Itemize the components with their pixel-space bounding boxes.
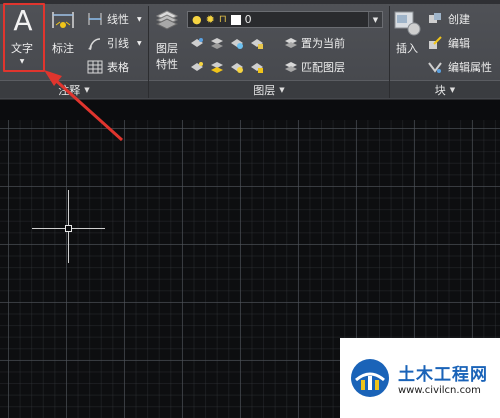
leader-button[interactable]: 引线 ▼ <box>87 35 142 51</box>
watermark-url: www.civilcn.com <box>398 385 481 396</box>
layer-properties-button[interactable]: 图层 特性 <box>155 8 179 72</box>
unlock-icon: ⊓ <box>218 14 227 25</box>
current-layer-name: 0 <box>244 13 252 26</box>
layer-properties-label-2: 特性 <box>156 58 178 71</box>
chevron-down-icon: ▼ <box>137 39 142 47</box>
edit-block-icon <box>429 36 442 49</box>
watermark: 土木工程网 www.civilcn.com <box>340 338 500 418</box>
chevron-down-icon: ▼ <box>137 15 142 23</box>
lightbulb-icon: ● <box>192 13 202 26</box>
make-current-button[interactable]: 置为当前 <box>284 35 345 51</box>
linear-button[interactable]: 线性 ▼ <box>87 11 142 27</box>
layer-tools-row-2 <box>190 59 264 73</box>
leader-button-label: 引线 <box>107 37 129 50</box>
layer-on-icon[interactable] <box>190 59 204 73</box>
layer-thaw-icon[interactable] <box>230 59 244 73</box>
layer-isolate-icon[interactable] <box>210 35 224 49</box>
ribbon: A 文字 ▼ 标注 线性 ▼ 引线 ▼ 表格 注释 ▼ 图层 特性 ● ✹ ⊓ … <box>0 0 500 100</box>
viewport-top-strip <box>0 100 500 120</box>
layer-dropdown[interactable]: ● ✹ ⊓ 0 ▼ <box>187 11 383 28</box>
match-layer-label: 匹配图层 <box>301 61 345 74</box>
layer-stack-icon <box>155 10 179 30</box>
insert-button-label: 插入 <box>396 42 418 55</box>
table-icon <box>87 60 103 74</box>
chevron-down-icon: ▼ <box>449 85 456 94</box>
match-layer-button[interactable]: 匹配图层 <box>284 59 345 75</box>
layer-freeze-icon[interactable] <box>230 35 244 49</box>
watermark-text: 土木工程网 www.civilcn.com <box>398 360 488 396</box>
chevron-down-icon: ▼ <box>279 85 285 94</box>
watermark-logo <box>351 359 389 397</box>
annotation-panel-label: 注释 <box>58 83 81 97</box>
text-button-highlight <box>3 3 45 72</box>
create-block-button[interactable]: 创建 <box>428 11 470 27</box>
chevron-down-icon: ▼ <box>84 85 90 94</box>
dimension-button[interactable]: 标注 <box>50 8 76 56</box>
layer-off-icon[interactable] <box>190 35 204 49</box>
title-strip <box>0 0 500 4</box>
create-block-icon <box>429 13 441 23</box>
edit-block-button[interactable]: 编辑 <box>428 35 470 51</box>
match-layer-icon <box>285 62 297 72</box>
watermark-title: 土木工程网 <box>398 365 488 385</box>
edit-attributes-icon <box>428 62 442 73</box>
layer-tools-row-1 <box>190 35 264 49</box>
block-panel-title[interactable]: 块 ▼ <box>390 80 500 98</box>
crosshair-pickbox <box>65 225 72 232</box>
edit-block-label: 编辑 <box>448 37 470 50</box>
layers-panel-label: 图层 <box>253 83 276 97</box>
table-button-label: 表格 <box>107 61 129 74</box>
dimension-icon <box>52 12 74 28</box>
insert-button[interactable]: 插入 <box>393 10 421 56</box>
leader-icon <box>88 38 101 50</box>
make-current-icon <box>285 38 297 48</box>
layers-panel-title[interactable]: 图层 ▼ <box>149 80 389 98</box>
annotation-panel-title[interactable]: 注释 ▼ <box>0 80 148 98</box>
create-block-label: 创建 <box>448 13 470 26</box>
chevron-down-icon[interactable]: ▼ <box>368 12 382 27</box>
make-current-label: 置为当前 <box>301 37 345 50</box>
insert-block-icon <box>394 11 421 36</box>
layer-properties-label-1: 图层 <box>156 42 178 55</box>
layer-unlock-icon[interactable] <box>250 59 264 73</box>
layer-lock-icon[interactable] <box>250 35 264 49</box>
layer-color-swatch <box>230 14 241 25</box>
linear-button-label: 线性 <box>107 13 129 26</box>
edit-attributes-button[interactable]: 编辑属性 <box>428 59 492 75</box>
block-panel-label: 块 <box>434 83 446 97</box>
edit-attributes-label: 编辑属性 <box>448 61 492 74</box>
sun-icon: ✹ <box>205 13 215 26</box>
dimension-button-label: 标注 <box>52 42 74 55</box>
layer-unisolate-icon[interactable] <box>210 59 224 73</box>
linear-icon <box>88 13 102 25</box>
table-button[interactable]: 表格 <box>87 59 129 75</box>
